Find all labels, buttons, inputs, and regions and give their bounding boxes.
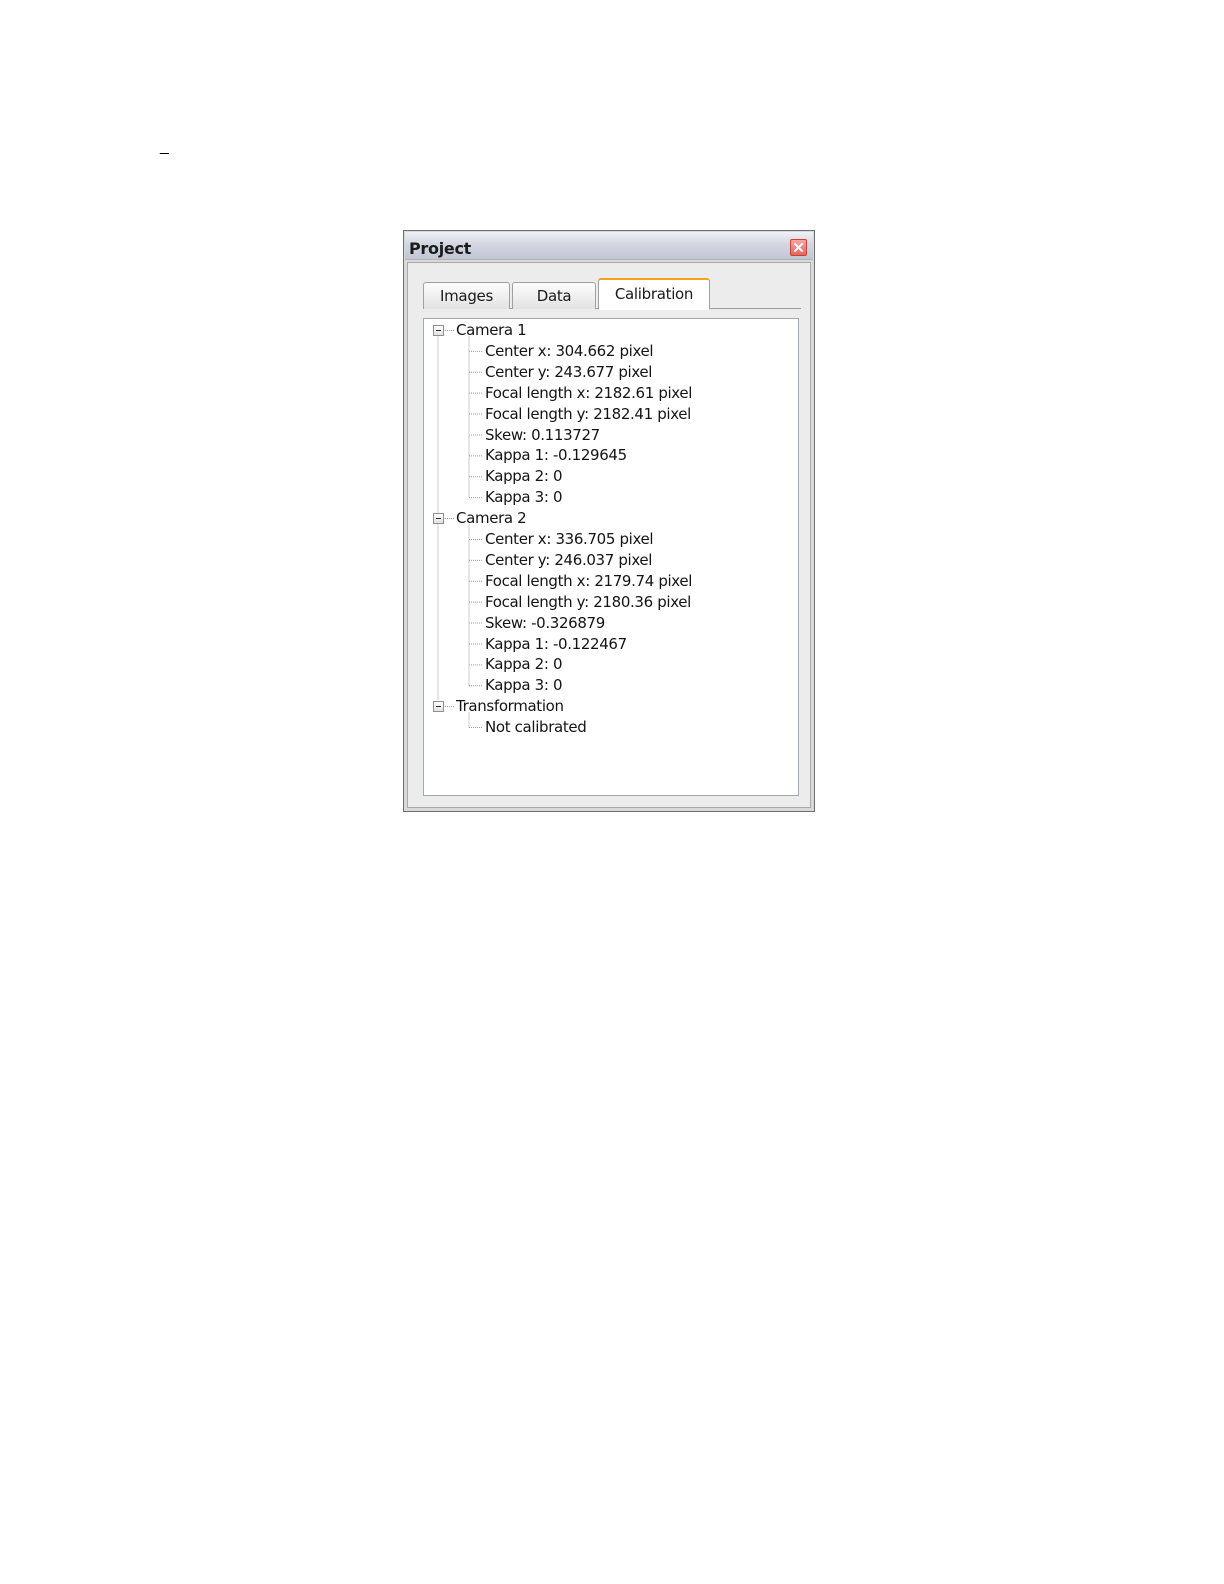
tab-images[interactable]: Images [423,282,510,309]
tree-item[interactable]: Kappa 1: -0.129645 [485,445,627,466]
project-panel: Project Images Data Calibration Camera 1… [403,230,815,812]
calibration-tree[interactable]: Camera 1 Center x: 304.662 pixel Center y:… [423,318,799,796]
tree-item[interactable]: Skew: -0.326879 [485,613,605,634]
tree-group-label[interactable]: Camera 1 [456,320,527,341]
collapse-icon[interactable] [433,513,444,525]
panel-title: Project [409,239,471,258]
tree-item[interactable]: Focal length y: 2180.36 pixel [485,592,691,613]
tree-item[interactable]: Center y: 243.677 pixel [485,362,652,383]
tree-item[interactable]: Kappa 3: 0 [485,675,563,696]
tree-item[interactable]: Center x: 304.662 pixel [485,341,654,362]
tree-item[interactable]: Not calibrated [485,717,587,738]
panel-titlebar[interactable]: Project [405,232,813,260]
tree-group-label[interactable]: Camera 2 [456,508,527,529]
close-icon[interactable] [790,239,807,256]
tree-item[interactable]: Focal length x: 2179.74 pixel [485,571,692,592]
tree-item[interactable]: Center y: 246.037 pixel [485,550,652,571]
tree-item[interactable]: Kappa 2: 0 [485,654,563,675]
panel-body: Images Data Calibration Camera 1 Center x… [407,262,811,808]
collapse-icon[interactable] [433,324,444,336]
tree-item[interactable]: Kappa 2: 0 [485,466,563,487]
tab-data[interactable]: Data [512,282,596,309]
tree-item[interactable]: Focal length x: 2182.61 pixel [485,383,692,404]
collapse-icon[interactable] [433,701,444,713]
tree-item[interactable]: Kappa 1: -0.122467 [485,634,627,655]
tab-bar: Images Data Calibration [423,277,801,310]
corner-mark: _ [160,138,169,155]
tree-item[interactable]: Skew: 0.113727 [485,425,600,446]
tree-item[interactable]: Kappa 3: 0 [485,487,563,508]
tree-group-label[interactable]: Transformation [456,696,564,717]
tab-calibration[interactable]: Calibration [598,278,710,310]
tree-item[interactable]: Focal length y: 2182.41 pixel [485,404,691,425]
tree-item[interactable]: Center x: 336.705 pixel [485,529,654,550]
